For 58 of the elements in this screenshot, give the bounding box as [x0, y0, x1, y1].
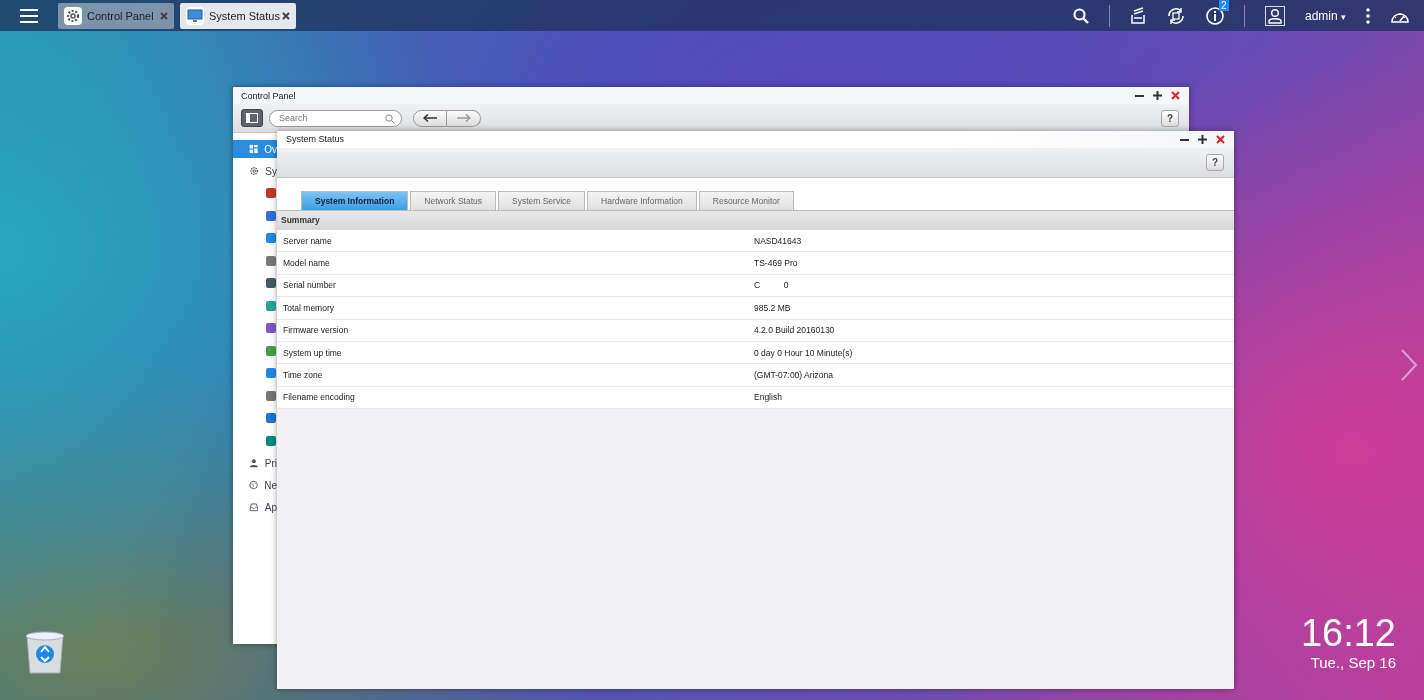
row-value: TS-469 Pro	[754, 258, 798, 269]
row-label: Time zone	[282, 370, 324, 381]
notification-badge: 2	[1218, 0, 1229, 11]
row-label: Total memory	[282, 302, 335, 313]
stack-icon[interactable]	[1129, 6, 1146, 25]
user-menu[interactable]: admin ▾	[1304, 8, 1346, 23]
window-title: Control Panel	[241, 90, 297, 101]
row-label: System up time	[282, 347, 343, 358]
sync-icon[interactable]	[1165, 5, 1186, 26]
tab[interactable]: Hardware Information	[587, 191, 697, 210]
search-icon	[385, 113, 395, 124]
sidebar-item[interactable]: Ov	[233, 140, 277, 158]
sidebar-item[interactable]: Sy	[233, 162, 277, 180]
sidebar-item[interactable]: Pri	[233, 454, 277, 472]
row-value: (GMT-07:00) Arizona	[754, 370, 833, 381]
maximize-icon[interactable]	[1153, 91, 1162, 100]
section-header: Summary	[277, 211, 1234, 230]
clock-time: 16:12	[1300, 612, 1396, 654]
row-value: English	[754, 392, 782, 403]
monitor-icon	[187, 7, 203, 24]
panel-icon	[246, 113, 258, 123]
trash-icon[interactable]	[24, 630, 66, 674]
help-button[interactable]: ?	[1161, 109, 1179, 127]
back-button[interactable]	[413, 109, 447, 127]
tab[interactable]: System Service	[498, 191, 586, 210]
more-icon[interactable]	[1366, 7, 1370, 24]
tab[interactable]: System Information	[301, 191, 409, 210]
taskbar-tab[interactable]: Control Panel	[58, 2, 174, 29]
row-label: Firmware version	[282, 325, 350, 336]
close-icon[interactable]	[1216, 135, 1225, 144]
row-label: Server name	[282, 235, 333, 246]
row-value: 985.2 MB	[754, 302, 791, 313]
tab[interactable]: Network Status	[410, 191, 496, 210]
user-icon[interactable]	[1264, 5, 1285, 26]
row-value: 4.2.0 Build 20160130	[754, 325, 835, 336]
close-icon[interactable]	[282, 11, 290, 20]
gear-icon	[65, 7, 81, 24]
search-field[interactable]: Search	[269, 109, 402, 127]
sidebar-item[interactable]: Ap	[233, 498, 277, 516]
arrow-right-icon	[456, 114, 471, 122]
help-button[interactable]: ?	[1206, 154, 1224, 171]
arrow-left-icon	[423, 114, 437, 122]
clock-date: Tue., Sep 16	[1309, 654, 1396, 671]
search-icon[interactable]	[1072, 7, 1089, 24]
tab[interactable]: Resource Monitor	[698, 191, 794, 210]
sidebar-toggle-button[interactable]	[241, 109, 263, 127]
row-label: Filename encoding	[282, 392, 356, 403]
forward-button[interactable]	[447, 109, 481, 127]
row-label: Model name	[282, 258, 331, 269]
row-label: Serial number	[282, 280, 337, 291]
row-value: 0 day 0 Hour 10 Minute(s)	[754, 347, 853, 358]
taskbar-tab[interactable]: System Status	[180, 2, 296, 29]
maximize-icon[interactable]	[1198, 135, 1207, 144]
row-value: C 0	[754, 280, 789, 291]
menu-icon[interactable]	[20, 8, 38, 23]
close-icon[interactable]	[1171, 91, 1180, 100]
row-value: NASD41643	[754, 235, 802, 246]
sidebar-item[interactable]: Ne	[233, 476, 277, 494]
